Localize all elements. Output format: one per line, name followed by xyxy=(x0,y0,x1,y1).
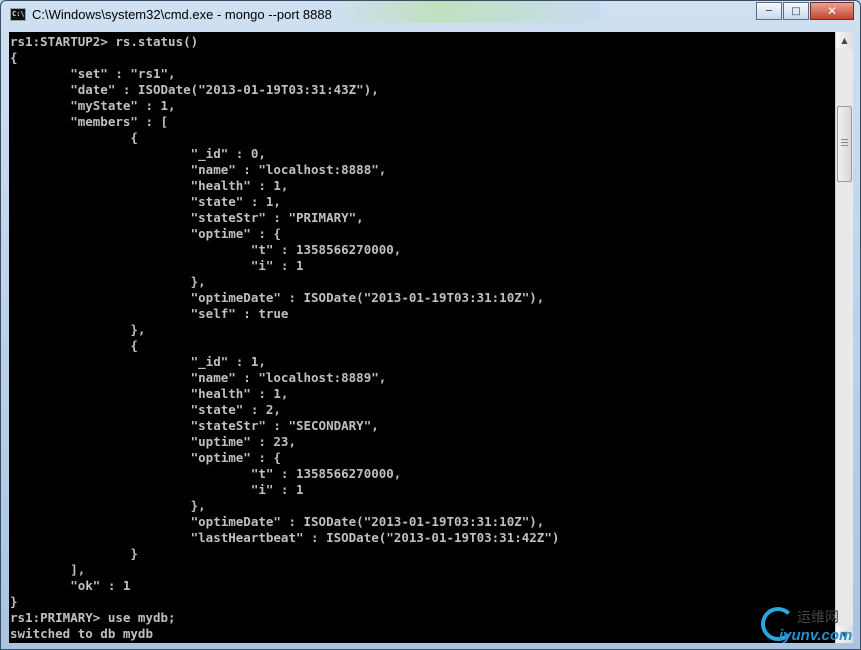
console-line: "t" : 1358566270000, xyxy=(10,242,402,257)
console-line: "uptime" : 23, xyxy=(10,434,296,449)
console-line: switched to db mydb xyxy=(10,626,153,641)
console-line: ], xyxy=(10,562,86,577)
console-line: "stateStr" : "PRIMARY", xyxy=(10,210,364,225)
window-controls: ─ □ ✕ xyxy=(755,2,854,20)
cmd-app-icon[interactable]: C:\ xyxy=(10,8,26,21)
console-line: "name" : "localhost:8888", xyxy=(10,162,387,177)
console-line: }, xyxy=(10,322,146,337)
console-line: "optimeDate" : ISODate("2013-01-19T03:31… xyxy=(10,514,545,529)
console-line: "health" : 1, xyxy=(10,178,289,193)
console-line: "lastHeartbeat" : ISODate("2013-01-19T03… xyxy=(10,530,560,545)
console-line: "state" : 2, xyxy=(10,402,281,417)
console-line: "_id" : 1, xyxy=(10,354,266,369)
console-line: "stateStr" : "SECONDARY", xyxy=(10,418,379,433)
vertical-scrollbar[interactable]: ▲ ▼ xyxy=(835,32,853,643)
console-line: "optime" : { xyxy=(10,450,281,465)
console-line: "date" : ISODate("2013-01-19T03:31:43Z")… xyxy=(10,82,379,97)
grip-icon xyxy=(841,139,848,140)
console-line: "_id" : 0, xyxy=(10,146,266,161)
watermark-url: iyunv.com xyxy=(779,627,853,644)
window-title: C:\Windows\system32\cmd.exe - mongo --po… xyxy=(32,7,332,22)
console-line: "set" : "rs1", xyxy=(10,66,176,81)
console-line: rs1:PRIMARY> use mydb; xyxy=(10,610,176,625)
console-line: "myState" : 1, xyxy=(10,98,176,113)
console-line: "optime" : { xyxy=(10,226,281,241)
console-line: "health" : 1, xyxy=(10,386,289,401)
console-line: { xyxy=(10,338,138,353)
close-button[interactable]: ✕ xyxy=(810,2,854,20)
scroll-thumb[interactable] xyxy=(837,106,852,182)
console-line: } xyxy=(10,594,18,609)
console-line: rs1:STARTUP2> rs.status() xyxy=(10,34,199,49)
title-bar[interactable]: C:\ C:\Windows\system32\cmd.exe - mongo … xyxy=(1,1,860,31)
console-output-area[interactable]: rs1:STARTUP2> rs.status() { "set" : "rs1… xyxy=(9,32,835,643)
console-line: "i" : 1 xyxy=(10,258,304,273)
console-line: }, xyxy=(10,274,206,289)
scroll-up-button[interactable]: ▲ xyxy=(836,32,853,49)
console-line: } xyxy=(10,546,138,561)
site-watermark: 运维网 iyunv.com xyxy=(757,601,860,649)
console-line: "i" : 1 xyxy=(10,482,304,497)
console-line: { xyxy=(10,50,18,65)
console-text[interactable]: rs1:STARTUP2> rs.status() { "set" : "rs1… xyxy=(9,32,835,642)
console-line: "optimeDate" : ISODate("2013-01-19T03:31… xyxy=(10,290,545,305)
title-bar-highlight xyxy=(331,1,601,23)
console-line: }, xyxy=(10,498,206,513)
maximize-button[interactable]: □ xyxy=(783,2,809,20)
console-line: "ok" : 1 xyxy=(10,578,131,593)
watermark-cn-text: 运维网 xyxy=(797,610,839,626)
console-line: "state" : 1, xyxy=(10,194,281,209)
console-line: { xyxy=(10,130,138,145)
console-line: "self" : true xyxy=(10,306,289,321)
console-line: "members" : [ xyxy=(10,114,169,129)
console-line: "name" : "localhost:8889", xyxy=(10,370,387,385)
console-line: "t" : 1358566270000, xyxy=(10,466,402,481)
minimize-button[interactable]: ─ xyxy=(756,2,782,20)
cmd-window: C:\ C:\Windows\system32\cmd.exe - mongo … xyxy=(0,0,861,650)
